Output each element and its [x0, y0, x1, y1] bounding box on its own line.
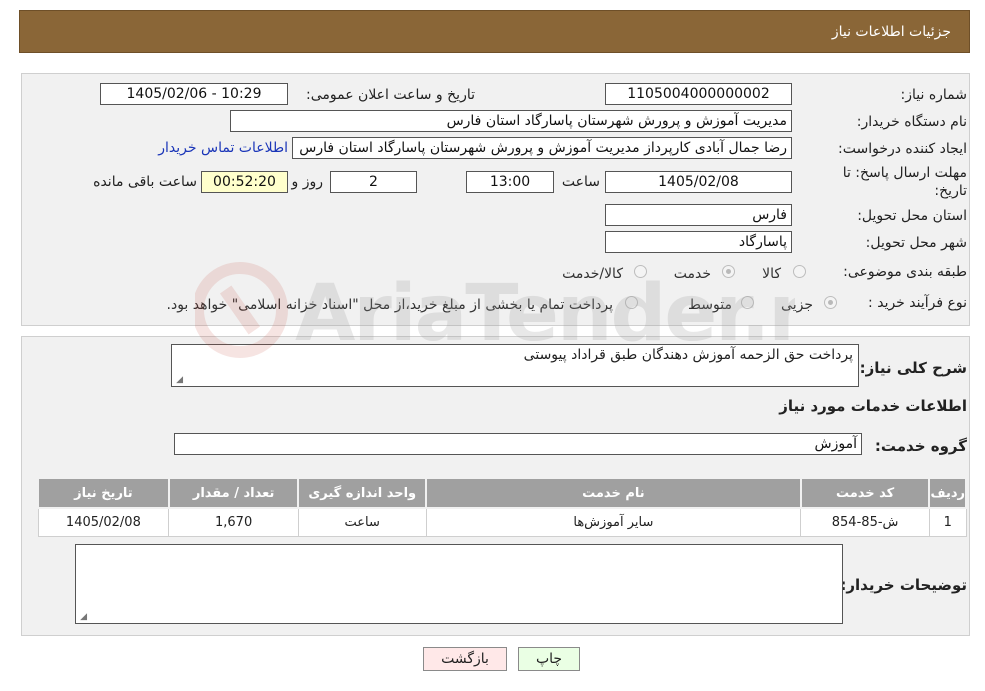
- resize-grip-icon[interactable]: ◢: [174, 376, 183, 385]
- treasury-checkbox[interactable]: [625, 296, 638, 309]
- deadline-time-field: 13:00: [466, 171, 554, 193]
- announce-datetime-label: تاریخ و ساعت اعلان عمومی:: [306, 87, 475, 103]
- deadline-label-date: تاریخ:: [934, 183, 967, 199]
- cell-service-name: سایر آموزش‌ها: [425, 507, 802, 537]
- table-header-row: ردیف کد خدمت نام خدمت واحد اندازه گیری ت…: [37, 477, 967, 509]
- requester-field: رضا جمال آبادی کارپرداز مدیریت آموزش و پ…: [292, 137, 792, 159]
- province-field: فارس: [605, 204, 792, 226]
- days-label: روز و: [291, 174, 324, 190]
- cell-row-number: 1: [928, 507, 967, 537]
- summary-textarea[interactable]: پرداخت حق الزحمه آموزش دهندگان طبق قرادا…: [171, 344, 859, 387]
- buyer-contact-link[interactable]: اطلاعات تماس خریدار: [158, 140, 288, 156]
- buyer-org-field: مدیریت آموزش و پرورش شهرستان پاسارگاد اس…: [230, 110, 792, 132]
- summary-label: شرح کلی نیاز:: [859, 359, 967, 377]
- col-header-service-code: کد خدمت: [799, 477, 931, 509]
- buyer-notes-textarea[interactable]: ◢: [75, 544, 843, 624]
- requester-label: ایجاد کننده درخواست:: [838, 141, 967, 157]
- cell-need-date: 1405/02/08: [37, 507, 170, 537]
- category-option-goods-service: کالا/خدمت: [562, 266, 623, 282]
- announce-datetime-field: 1405/02/06 - 10:29: [100, 83, 288, 105]
- category-option-goods: کالا: [762, 266, 781, 282]
- deadline-date-field: 1405/02/08: [605, 171, 792, 193]
- service-group-label: گروه خدمت:: [874, 437, 967, 455]
- col-header-row-number: ردیف: [928, 477, 967, 509]
- deadline-time-label: ساعت: [561, 174, 600, 190]
- remaining-time-label: ساعت باقی مانده: [93, 174, 197, 190]
- category-radio-service[interactable]: [722, 265, 735, 278]
- col-header-service-name: نام خدمت: [425, 477, 802, 509]
- city-label: شهر محل تحویل:: [865, 235, 967, 251]
- deadline-days-field: 2: [330, 171, 417, 193]
- page-title: جزئیات اطلاعات نیاز: [831, 24, 951, 40]
- col-header-quantity: تعداد / مقدار: [167, 477, 300, 509]
- back-button[interactable]: بازگشت: [423, 647, 507, 671]
- purchase-option-medium: متوسط: [688, 297, 732, 313]
- province-label: استان محل تحویل:: [857, 208, 967, 224]
- deadline-label: مهلت ارسال پاسخ: تا: [842, 165, 967, 181]
- city-field: پاسارگاد: [605, 231, 792, 253]
- purchase-option-minor: جزیی: [781, 297, 813, 313]
- treasury-note: پرداخت تمام یا بخشی از مبلغ خرید،از محل …: [166, 297, 613, 313]
- services-table: ردیف کد خدمت نام خدمت واحد اندازه گیری ت…: [37, 477, 967, 537]
- need-number-field: 1105004000000002: [605, 83, 792, 105]
- remaining-time-field: 00:52:20: [201, 171, 288, 193]
- resize-grip-icon[interactable]: ◢: [78, 613, 87, 622]
- summary-text: پرداخت حق الزحمه آموزش دهندگان طبق قرادا…: [523, 347, 853, 363]
- col-header-unit: واحد اندازه گیری: [297, 477, 428, 509]
- page-header: جزئیات اطلاعات نیاز: [19, 10, 970, 53]
- col-header-need-date: تاریخ نیاز: [37, 477, 170, 509]
- buyer-notes-label: توضیحات خریدار:: [840, 576, 967, 594]
- purchase-radio-minor[interactable]: [824, 296, 837, 309]
- category-radio-goods[interactable]: [793, 265, 806, 278]
- need-number-label: شماره نیاز:: [900, 87, 968, 103]
- buyer-org-label: نام دستگاه خریدار:: [856, 114, 967, 130]
- category-radio-goods-service[interactable]: [634, 265, 647, 278]
- category-label: طبقه بندی موضوعی:: [843, 264, 967, 280]
- cell-quantity: 1,670: [168, 507, 299, 537]
- cell-service-code: ش-85-854: [800, 507, 930, 537]
- print-button[interactable]: چاپ: [518, 647, 580, 671]
- service-group-field: آموزش: [174, 433, 862, 455]
- category-option-service: خدمت: [673, 266, 711, 282]
- purchase-type-label: نوع فرآیند خرید :: [868, 295, 967, 311]
- cell-unit: ساعت: [297, 507, 427, 537]
- services-heading: اطلاعات خدمات مورد نیاز: [779, 397, 967, 415]
- table-row: 1 ش-85-854 سایر آموزش‌ها ساعت 1,670 1405…: [37, 507, 967, 537]
- purchase-radio-medium[interactable]: [741, 296, 754, 309]
